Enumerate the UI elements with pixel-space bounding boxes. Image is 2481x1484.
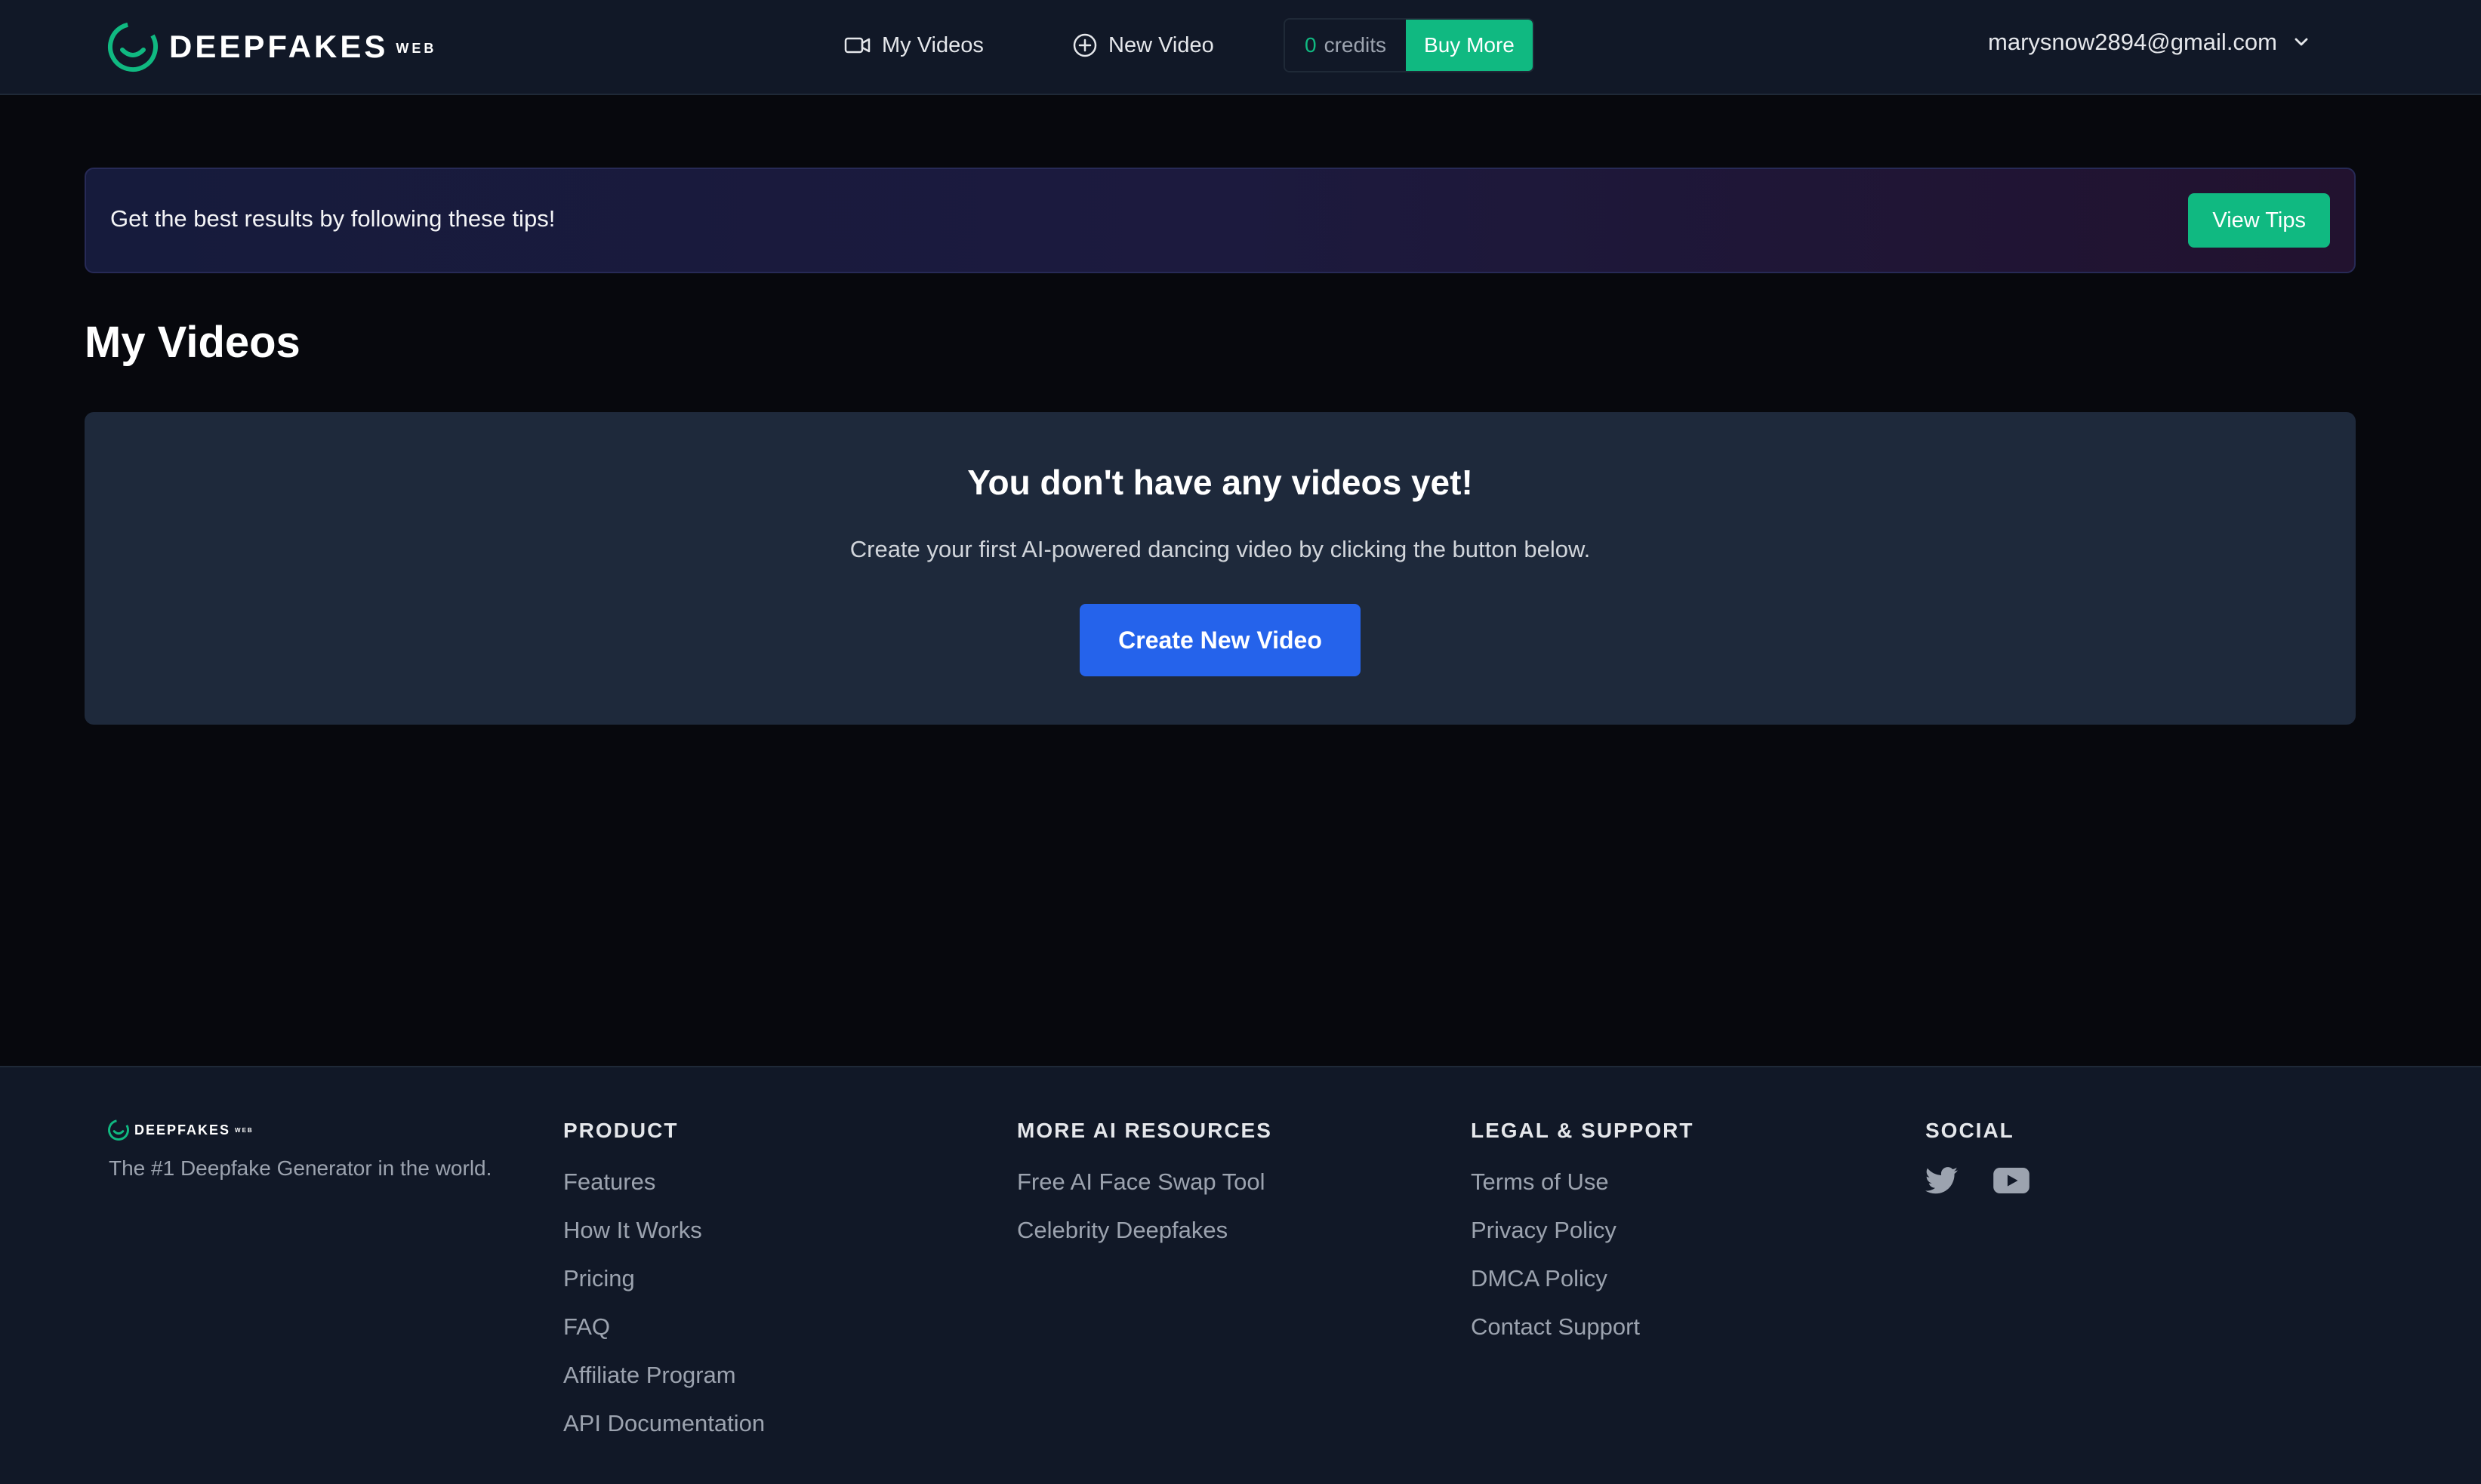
youtube-icon[interactable] [1993,1168,2029,1193]
footer-heading-legal: LEGAL & SUPPORT [1471,1119,1694,1142]
chevron-down-icon [2295,38,2308,46]
tips-banner: Get the best results by following these … [85,168,2356,273]
brand-logo[interactable]: DEEPFAKES WEB [106,20,436,74]
footer-link-face-swap-tool[interactable]: Free AI Face Swap Tool [1017,1167,1272,1215]
footer-column-product: PRODUCT Features How It Works Pricing FA… [563,1119,765,1457]
footer-logo[interactable]: DEEPFAKES WEB [107,1119,254,1141]
footer-tagline: The #1 Deepfake Generator in the world. [109,1156,492,1180]
footer-link-dmca-policy[interactable]: DMCA Policy [1471,1264,1694,1312]
nav-new-video[interactable]: New Video [1072,29,1214,62]
footer-column-social: SOCIAL [1925,1119,2064,1194]
credits-label: credits [1324,33,1387,57]
credits-widget: 0 credits Buy More [1284,18,1534,72]
footer-link-celebrity-deepfakes[interactable]: Celebrity Deepfakes [1017,1215,1272,1264]
top-navbar: DEEPFAKES WEB My Videos New Video 0 cred… [0,0,2481,95]
page-title: My Videos [85,318,300,367]
nav-new-video-label: New Video [1108,32,1214,57]
footer-column-legal: LEGAL & SUPPORT Terms of Use Privacy Pol… [1471,1119,1694,1360]
user-email: marysnow2894@gmail.com [1988,29,2277,55]
plus-circle-icon [1073,33,1097,57]
twitter-icon[interactable] [1925,1167,1959,1194]
footer-link-api-documentation[interactable]: API Documentation [563,1409,765,1457]
logo-subtext: WEB [396,40,437,56]
credits-display: 0 credits [1285,20,1407,71]
empty-state-card: You don't have any videos yet! Create yo… [85,412,2356,725]
footer-link-features[interactable]: Features [563,1167,765,1215]
user-account-menu[interactable]: marysnow2894@gmail.com [1988,29,2309,56]
footer-link-faq[interactable]: FAQ [563,1312,765,1360]
footer-link-pricing[interactable]: Pricing [563,1264,765,1312]
footer-heading-product: PRODUCT [563,1119,679,1142]
footer-column-resources: MORE AI RESOURCES Free AI Face Swap Tool… [1017,1119,1272,1264]
video-camera-icon [844,37,871,54]
credits-count: 0 [1305,33,1317,57]
footer-logo-text: DEEPFAKES [134,1122,231,1138]
tips-banner-text: Get the best results by following these … [110,205,556,232]
logo-smile-icon [108,1119,129,1141]
footer-heading-social: SOCIAL [1925,1119,2014,1142]
nav-my-videos-label: My Videos [882,32,984,57]
create-new-video-button[interactable]: Create New Video [1080,604,1361,676]
view-tips-button[interactable]: View Tips [2188,193,2330,248]
logo-text: DEEPFAKES [169,29,389,64]
footer: DEEPFAKES WEB The #1 Deepfake Generator … [0,1066,2481,1484]
footer-link-privacy-policy[interactable]: Privacy Policy [1471,1215,1694,1264]
logo-smile-icon [108,22,158,72]
footer-heading-resources: MORE AI RESOURCES [1017,1119,1272,1142]
footer-link-terms-of-use[interactable]: Terms of Use [1471,1167,1694,1215]
nav-my-videos[interactable]: My Videos [844,29,984,62]
buy-more-button[interactable]: Buy More [1406,20,1533,71]
footer-logo-subtext: WEB [235,1126,254,1134]
empty-state-title: You don't have any videos yet! [967,463,1473,502]
footer-link-contact-support[interactable]: Contact Support [1471,1312,1694,1360]
footer-link-affiliate-program[interactable]: Affiliate Program [563,1360,765,1409]
empty-state-description: Create your first AI-powered dancing vid… [849,536,1591,562]
footer-link-how-it-works[interactable]: How It Works [563,1215,765,1264]
